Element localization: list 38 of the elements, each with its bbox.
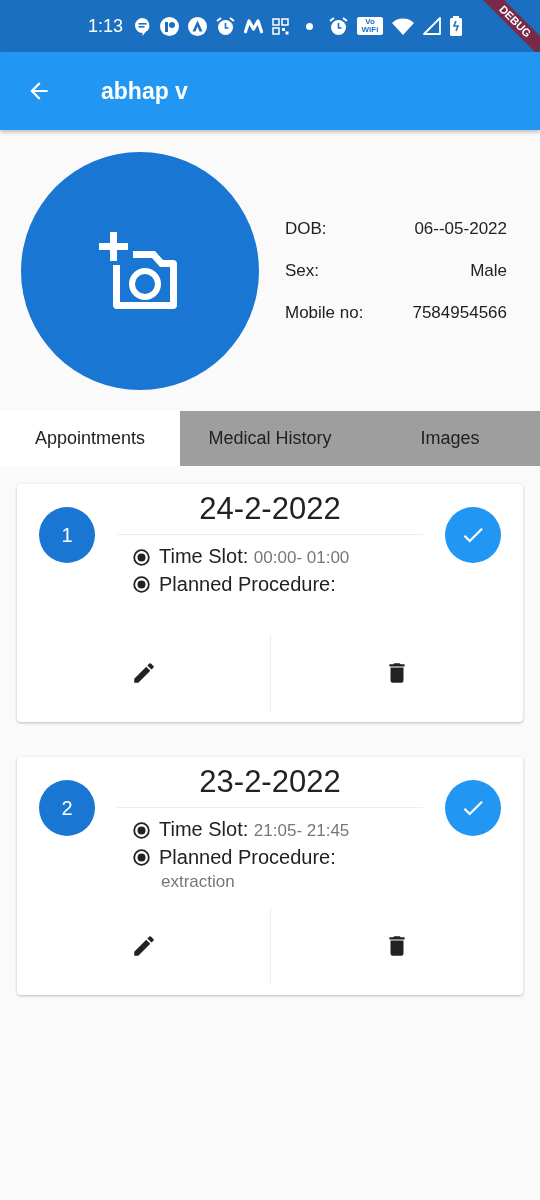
time-slot-text: Time Slot: 21:05- 21:45	[159, 817, 350, 842]
field-label: Sex:	[285, 260, 320, 281]
procedure-value: extraction	[161, 871, 236, 893]
signal-icon	[423, 17, 441, 35]
field-value: Male	[470, 260, 507, 281]
tab[interactable]: Appointments	[0, 411, 180, 466]
chat-bubble-icon	[134, 16, 152, 36]
dot-icon	[306, 22, 314, 30]
field-value: 06--05-2022	[414, 218, 507, 239]
radio-bullet-icon	[133, 548, 150, 566]
zigzag-icon	[244, 18, 264, 34]
number-badge: 2	[39, 780, 95, 836]
radio-bullet-icon	[133, 821, 150, 839]
radio-bullet-icon	[133, 576, 150, 593]
battery-icon	[450, 16, 462, 36]
alarm-icon	[216, 16, 236, 36]
qr-code-icon	[272, 17, 290, 35]
tab[interactable]: Images	[360, 411, 540, 466]
alarm-icon	[329, 16, 348, 36]
procedure-label: Planned Procedure:	[159, 845, 336, 870]
appointment-date: 23-2-2022	[117, 765, 423, 808]
clock-time: 1:13	[88, 15, 124, 37]
appointment-date: 24-2-2022	[117, 492, 423, 535]
wifi-icon	[392, 17, 414, 35]
procedure-label: Planned Procedure:	[159, 572, 336, 597]
number-badge: 1	[39, 507, 95, 563]
tab[interactable]: Medical History	[180, 411, 360, 466]
triangle-logo-icon	[188, 16, 208, 36]
app-bar-title: abhap v	[101, 77, 188, 105]
radio-bullet-icon	[133, 849, 150, 866]
completed-check[interactable]	[445, 507, 501, 563]
app-icon	[160, 16, 180, 36]
network-label: Vo WiFi	[357, 17, 383, 35]
field-label: Mobile no:	[285, 302, 364, 323]
time-slot-text: Time Slot: 00:00- 01:00	[159, 544, 350, 569]
field-value: 7584954566	[412, 302, 507, 323]
completed-check[interactable]	[445, 780, 501, 836]
field-label: DOB:	[285, 218, 327, 239]
